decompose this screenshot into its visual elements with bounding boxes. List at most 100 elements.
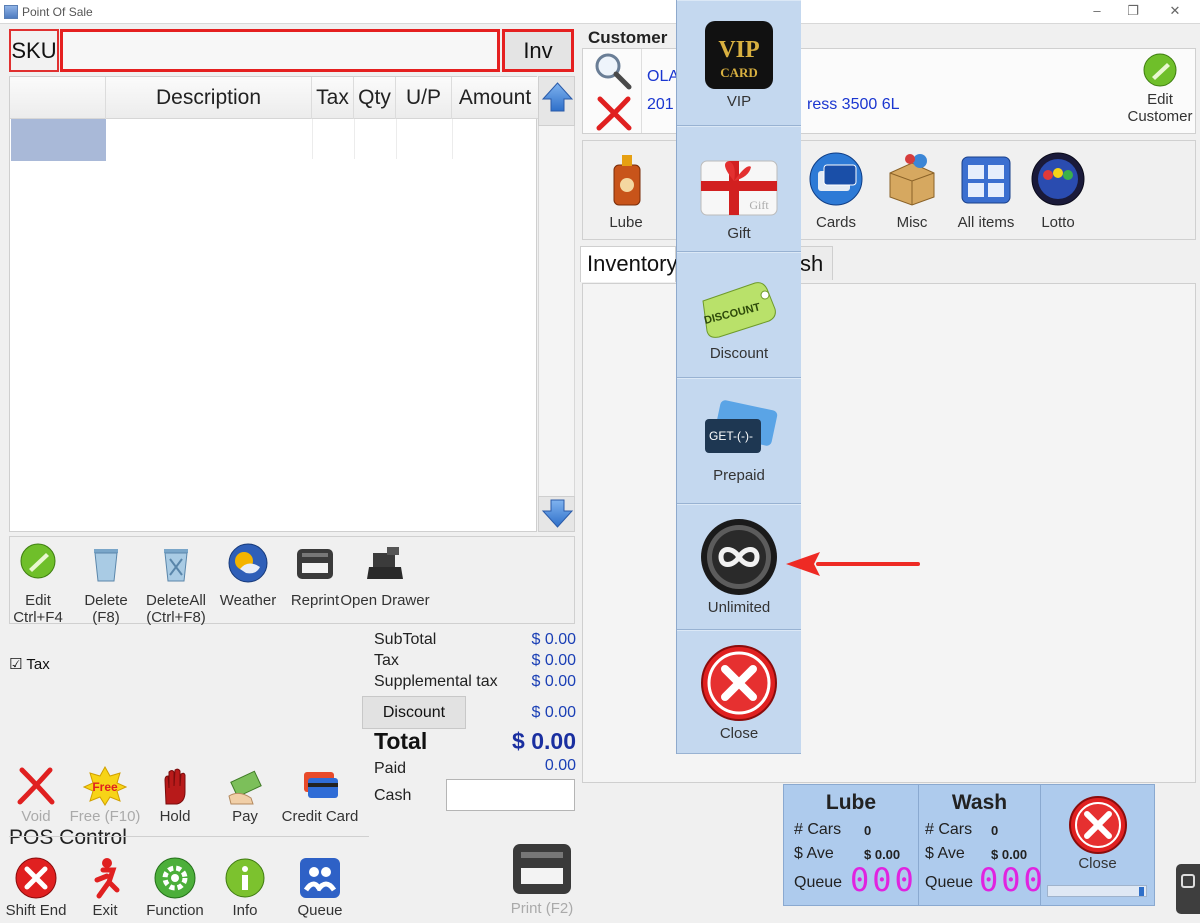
- shift-end-button[interactable]: Shift End: [4, 856, 68, 919]
- delete-button[interactable]: Delete (F8): [80, 541, 132, 626]
- col-amount[interactable]: Amount: [452, 77, 538, 119]
- wash-queue-digits: 000: [979, 861, 1046, 899]
- grid-scroll-track[interactable]: [538, 126, 575, 496]
- magnifier-icon: [595, 53, 632, 90]
- sku-label: SKU: [9, 29, 59, 72]
- popup-gift-button[interactable]: Gift Gift: [677, 126, 801, 252]
- free-button[interactable]: Free Free (F10): [66, 766, 144, 825]
- function-button[interactable]: Function: [140, 856, 210, 919]
- discount-tag-icon: DISCOUNT: [702, 282, 776, 338]
- tab-inventory[interactable]: Inventory: [580, 246, 678, 282]
- category-misc[interactable]: Misc: [883, 151, 941, 231]
- pay-button[interactable]: Pay: [220, 766, 270, 825]
- category-lube-label: Lube: [609, 214, 643, 231]
- scroll-up-button[interactable]: [538, 76, 575, 126]
- scroll-down-button[interactable]: [538, 496, 575, 532]
- category-lotto[interactable]: Lotto: [1029, 151, 1087, 231]
- category-cards[interactable]: Cards: [805, 151, 867, 231]
- credit-card-icon: [304, 772, 338, 798]
- customer-heading: Customer: [588, 28, 668, 47]
- wash-counter-title: Wash: [951, 791, 1008, 814]
- sku-input[interactable]: [60, 29, 500, 72]
- tab-wash[interactable]: sh: [799, 246, 833, 280]
- minimize-button[interactable]: –: [1086, 2, 1108, 20]
- cash-input[interactable]: [446, 779, 575, 811]
- hold-label: Hold: [159, 808, 191, 825]
- col-tax[interactable]: Tax: [312, 77, 354, 119]
- exit-button[interactable]: Exit: [82, 856, 128, 919]
- void-button[interactable]: Void: [10, 766, 62, 825]
- open-drawer-label: Open Drawer: [340, 592, 430, 609]
- category-all-items-label: All items: [957, 214, 1015, 231]
- items-grid[interactable]: Description Tax Qty U/P Amount: [9, 76, 538, 532]
- queue-button[interactable]: Queue: [292, 856, 348, 919]
- popup-vip-button[interactable]: VIP CARD VIP: [677, 0, 801, 126]
- customer-vehicle: ress 3500 6L: [807, 96, 900, 113]
- customer-name: OLA: [647, 68, 680, 85]
- arrow-down-icon: [541, 499, 574, 528]
- discount-button[interactable]: Discount: [362, 696, 466, 729]
- svg-text:Free: Free: [92, 780, 118, 794]
- wash-ave-value: $ 0.00: [991, 847, 1028, 862]
- vip-card-icon: VIP CARD: [705, 21, 773, 89]
- delete-all-button[interactable]: DeleteAll (Ctrl+F8): [142, 541, 210, 626]
- customer-search-button[interactable]: [593, 51, 633, 96]
- col-description[interactable]: Description: [106, 77, 312, 119]
- print-button[interactable]: Print (F2): [506, 838, 578, 923]
- reprint-button[interactable]: Reprint: [286, 541, 344, 609]
- popup-discount-button[interactable]: DISCOUNT Discount: [677, 252, 801, 378]
- pay-hand-cash-icon: [228, 770, 262, 805]
- counter-close-button[interactable]: Close: [1041, 785, 1154, 905]
- credit-card-button[interactable]: Credit Card: [280, 766, 360, 825]
- popup-prepaid-button[interactable]: GET-(-)- Prepaid: [677, 378, 801, 504]
- weather-button[interactable]: Weather: [218, 541, 278, 609]
- free-starburst-icon: Free: [83, 766, 127, 806]
- customer-clear-button[interactable]: [595, 95, 633, 136]
- category-lube[interactable]: Lube: [599, 151, 653, 231]
- edit-customer-button[interactable]: Edit Customer: [1123, 51, 1197, 125]
- queue-label: Queue: [297, 902, 343, 919]
- counter-close-label: Close: [1078, 855, 1117, 872]
- col-unit-price[interactable]: U/P: [396, 77, 452, 119]
- side-panel-handle[interactable]: [1176, 864, 1200, 914]
- category-all-items[interactable]: All items: [949, 151, 1023, 231]
- popup-menu: VIP CARD VIP Gift Gift DISCOUNT Discount …: [676, 0, 801, 754]
- open-drawer-button[interactable]: Open Drawer: [340, 541, 430, 609]
- lube-ave-label: $ Ave: [794, 845, 834, 862]
- selected-row-indicator[interactable]: [11, 119, 106, 161]
- wash-ave-label: $ Ave: [925, 845, 965, 862]
- exit-label: Exit: [92, 902, 118, 919]
- category-lotto-label: Lotto: [1041, 214, 1075, 231]
- edit-customer-icon: [1143, 53, 1177, 87]
- delete-all-label: DeleteAll: [145, 592, 207, 609]
- lotto-icon: [1031, 152, 1085, 206]
- delete-label: Delete: [84, 592, 128, 609]
- grid-divider: [312, 119, 313, 159]
- svg-text:VIP: VIP: [718, 37, 759, 63]
- restore-button[interactable]: ❐: [1122, 2, 1144, 20]
- window-title: Point Of Sale: [22, 5, 93, 19]
- info-button[interactable]: Info: [222, 856, 268, 919]
- printer-icon: [297, 549, 333, 579]
- popup-close-button[interactable]: Close: [677, 630, 801, 754]
- title-bar: Point Of Sale – ❐ ✕: [0, 0, 1200, 24]
- weather-label: Weather: [219, 592, 277, 609]
- annotation-arrow-icon: [786, 552, 920, 576]
- credit-card-label: Credit Card: [281, 808, 359, 825]
- edit-button[interactable]: Edit Ctrl+F4: [12, 541, 64, 626]
- box-icon: [889, 154, 935, 206]
- col-qty[interactable]: Qty: [354, 77, 396, 119]
- gear-icon: [154, 857, 196, 899]
- hold-button[interactable]: Hold: [150, 766, 200, 825]
- tax-checkbox[interactable]: ☑ Tax: [9, 655, 50, 673]
- print-label: Print (F2): [510, 900, 574, 917]
- edit-shortcut: Ctrl+F4: [13, 609, 63, 626]
- popup-prepaid-label: Prepaid: [713, 467, 765, 484]
- category-cards-label: Cards: [815, 214, 856, 231]
- close-window-button[interactable]: ✕: [1164, 2, 1186, 20]
- tax-value: $ 0.00: [531, 652, 576, 669]
- popup-unlimited-button[interactable]: Unlimited: [677, 504, 801, 630]
- inv-button[interactable]: Inv: [502, 29, 574, 72]
- gift-card-icon: Gift: [700, 160, 778, 216]
- running-man-icon: [94, 858, 120, 899]
